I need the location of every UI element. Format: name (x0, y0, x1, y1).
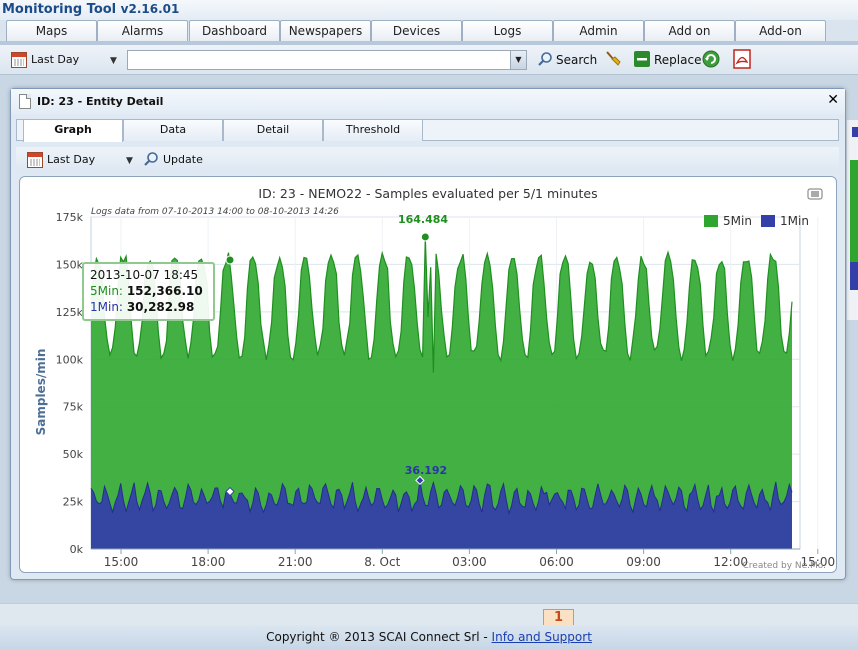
legend-swatch-5min (704, 215, 718, 227)
tab-data[interactable]: Data (123, 119, 223, 141)
x-tick-label: 21:00 (278, 555, 313, 569)
x-tick-label: 8. Oct (364, 555, 400, 569)
entity-detail-dialog: ID: 23 - Entity Detail ✕ Graph Data Deta… (10, 88, 846, 580)
tooltip-time: 2013-10-07 18:45 (90, 268, 199, 282)
entity-select-dropdown-icon[interactable]: ▼ (510, 51, 526, 69)
graph-period-dropdown-icon[interactable]: ▼ (126, 156, 133, 166)
replace-button[interactable]: Replace (654, 53, 701, 67)
y-tick-label: 125k (56, 306, 84, 319)
pdf-export-icon[interactable] (733, 49, 751, 72)
y-axis-label: Samples/min (34, 349, 48, 436)
pagination-bar: 1 (0, 603, 858, 626)
footer: Copyright ® 2013 SCAI Connect Srl - Info… (0, 625, 858, 649)
period-select-value[interactable]: Last Day (31, 53, 79, 66)
nav-tab-admin[interactable]: Admin (553, 20, 644, 42)
legend-swatch-1min (761, 215, 775, 227)
y-tick-label: 75k (63, 401, 84, 414)
chart-container: ID: 23 - NEMO22 - Samples evaluated per … (19, 176, 837, 573)
tooltip-value-1min: 30,282.98 (126, 300, 195, 314)
dialog-header: ID: 23 - Entity Detail ✕ (11, 89, 845, 115)
info-support-link[interactable]: Info and Support (492, 630, 592, 644)
samples-chart: ID: 23 - NEMO22 - Samples evaluated per … (34, 186, 835, 571)
app-version: v2.16.01 (120, 2, 180, 16)
main-nav: Maps Alarms Dashboard Newspapers Devices… (0, 20, 858, 42)
tooltip-label-5min: 5Min: (90, 284, 123, 298)
main-toolbar: Last Day ▼ ▼ Search Replace (0, 45, 858, 75)
nav-tab-add-on-2[interactable]: Add-on (735, 20, 826, 42)
background-legend-square (852, 127, 858, 137)
nav-tab-logs[interactable]: Logs (462, 20, 553, 42)
x-tick-label: 09:00 (626, 555, 661, 569)
graph-period-select[interactable]: Last Day (47, 153, 95, 166)
tooltip-value-5min: 152,366.10 (126, 284, 203, 298)
document-icon (19, 94, 31, 109)
y-tick-label: 25k (63, 496, 84, 509)
chart-title: ID: 23 - NEMO22 - Samples evaluated per … (258, 186, 597, 201)
tab-threshold[interactable]: Threshold (323, 119, 423, 141)
chart-subtitle: Logs data from 07-10-2013 14:00 to 08-10… (91, 207, 339, 217)
nav-tab-alarms[interactable]: Alarms (97, 20, 188, 42)
y-tick-label: 150k (56, 258, 84, 271)
tooltip-label-1min: 1Min: (90, 300, 123, 314)
broom-icon[interactable] (604, 50, 622, 71)
y-tick-label: 175k (56, 211, 84, 224)
x-tick-label: 06:00 (539, 555, 574, 569)
legend-1min[interactable]: 1Min (780, 214, 809, 228)
x-tick-label: 15:00 (104, 555, 139, 569)
update-button[interactable]: Update (163, 153, 203, 166)
search-icon[interactable] (537, 51, 553, 70)
footer-copyright: Copyright ® 2013 SCAI Connect Srl - (266, 630, 492, 644)
calendar-icon[interactable] (27, 152, 43, 168)
y-tick-label: 0k (70, 543, 84, 556)
graph-toolbar: Last Day ▼ Update (16, 147, 839, 173)
replace-icon[interactable] (634, 51, 650, 70)
nav-tab-devices[interactable]: Devices (371, 20, 462, 42)
peak-label-5min: 164.484 (398, 213, 448, 226)
peak-marker-5min (420, 232, 430, 242)
x-tick-label: 18:00 (191, 555, 226, 569)
page-number[interactable]: 1 (543, 609, 574, 626)
app-name: Monitoring Tool (2, 2, 117, 17)
legend-5min[interactable]: 5Min (723, 214, 752, 228)
nav-tab-dashboard[interactable]: Dashboard (189, 20, 280, 42)
chart-credits[interactable]: Created by Ne.Mo. (743, 561, 826, 571)
search-button[interactable]: Search (556, 53, 597, 67)
refresh-icon[interactable] (702, 50, 720, 71)
period-dropdown-icon[interactable]: ▼ (110, 56, 117, 66)
nav-tab-maps[interactable]: Maps (6, 20, 97, 42)
dialog-tabs: Graph Data Detail Threshold (16, 119, 839, 142)
update-icon[interactable] (143, 151, 159, 170)
hover-marker-5min (225, 255, 235, 265)
calendar-icon[interactable] (11, 52, 27, 68)
nav-tab-add-on[interactable]: Add on (644, 20, 735, 42)
tab-detail[interactable]: Detail (223, 119, 323, 141)
x-tick-label: 03:00 (452, 555, 487, 569)
entity-select[interactable]: ▼ (127, 50, 527, 70)
export-menu-icon[interactable] (807, 188, 823, 200)
tab-graph[interactable]: Graph (23, 119, 123, 142)
y-tick-label: 100k (56, 353, 84, 366)
background-chart-bar (850, 262, 858, 290)
chart-tooltip: 2013-10-07 18:45 5Min: 152,366.10 1Min: … (82, 262, 215, 321)
app-title: Monitoring Tool v2.16.01 (0, 0, 858, 20)
y-tick-label: 50k (63, 448, 84, 461)
peak-label-1min: 36.192 (405, 464, 447, 477)
nav-tab-newspapers[interactable]: Newspapers (280, 20, 371, 42)
close-icon[interactable]: ✕ (827, 92, 839, 108)
dialog-title: ID: 23 - Entity Detail (37, 95, 164, 108)
